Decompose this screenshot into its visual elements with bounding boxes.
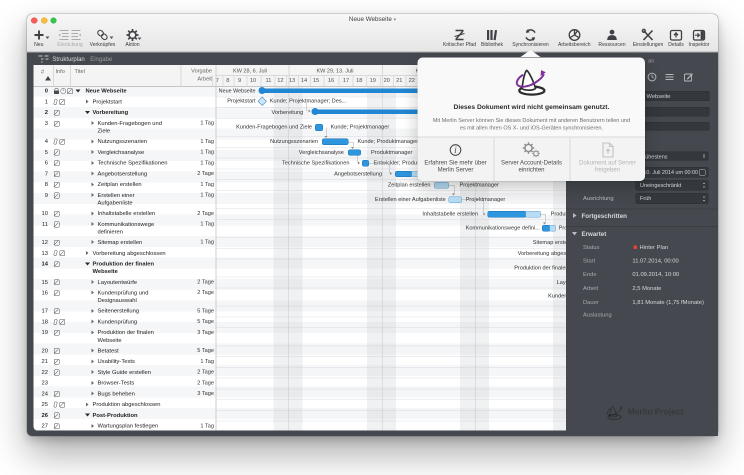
svg-text:i: i (454, 146, 457, 156)
